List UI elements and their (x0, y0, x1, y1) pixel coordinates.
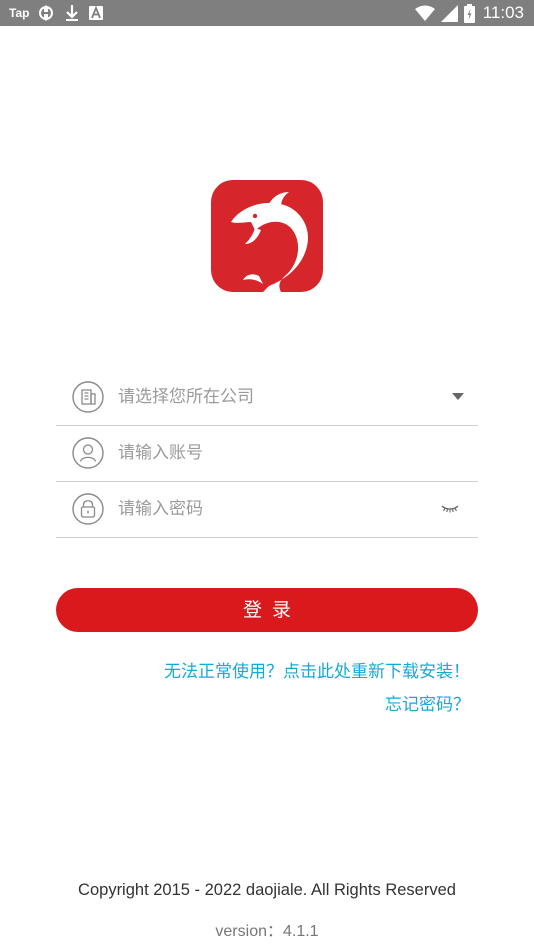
reinstall-link[interactable]: 无法正常使用？点击此处重新下载安装！ (164, 657, 470, 682)
company-select[interactable]: 请选择您所在公司 (56, 369, 478, 426)
dolphin-icon (231, 192, 309, 292)
copyright-text: Copyright 2015 - 2022 daojiale. All Righ… (78, 881, 456, 899)
company-placeholder: 请选择您所在公司 (118, 387, 254, 407)
cell-signal-icon (440, 4, 458, 22)
status-bar-right: 11:03 (414, 0, 524, 26)
version-text: version：4.1.1 (215, 923, 319, 940)
building-icon (72, 381, 104, 413)
status-bar-left: Tap (9, 0, 113, 26)
password-input[interactable]: 请输入密码 (56, 481, 478, 538)
status-time: 11:03 (482, 3, 524, 22)
user-icon (72, 437, 104, 469)
battery-icon (463, 3, 475, 23)
status-bar: Tap 11:03 (0, 0, 534, 26)
lock-icon (72, 493, 104, 525)
app-logo (211, 180, 323, 292)
a-letter-icon (89, 6, 104, 20)
wifi-icon (414, 5, 435, 21)
sync-icon (37, 4, 55, 22)
account-placeholder: 请输入账号 (118, 443, 203, 463)
download-icon (65, 4, 79, 22)
forgot-password-link[interactable]: 忘记密码？ (385, 690, 470, 715)
account-input[interactable]: 请输入账号 (56, 425, 478, 482)
tap-label: Tap (9, 6, 30, 20)
login-button[interactable]: 登录 (56, 588, 478, 632)
dropdown-arrow-icon[interactable] (438, 369, 478, 425)
eye-closed-icon[interactable] (430, 481, 470, 537)
password-placeholder: 请输入密码 (118, 499, 203, 519)
